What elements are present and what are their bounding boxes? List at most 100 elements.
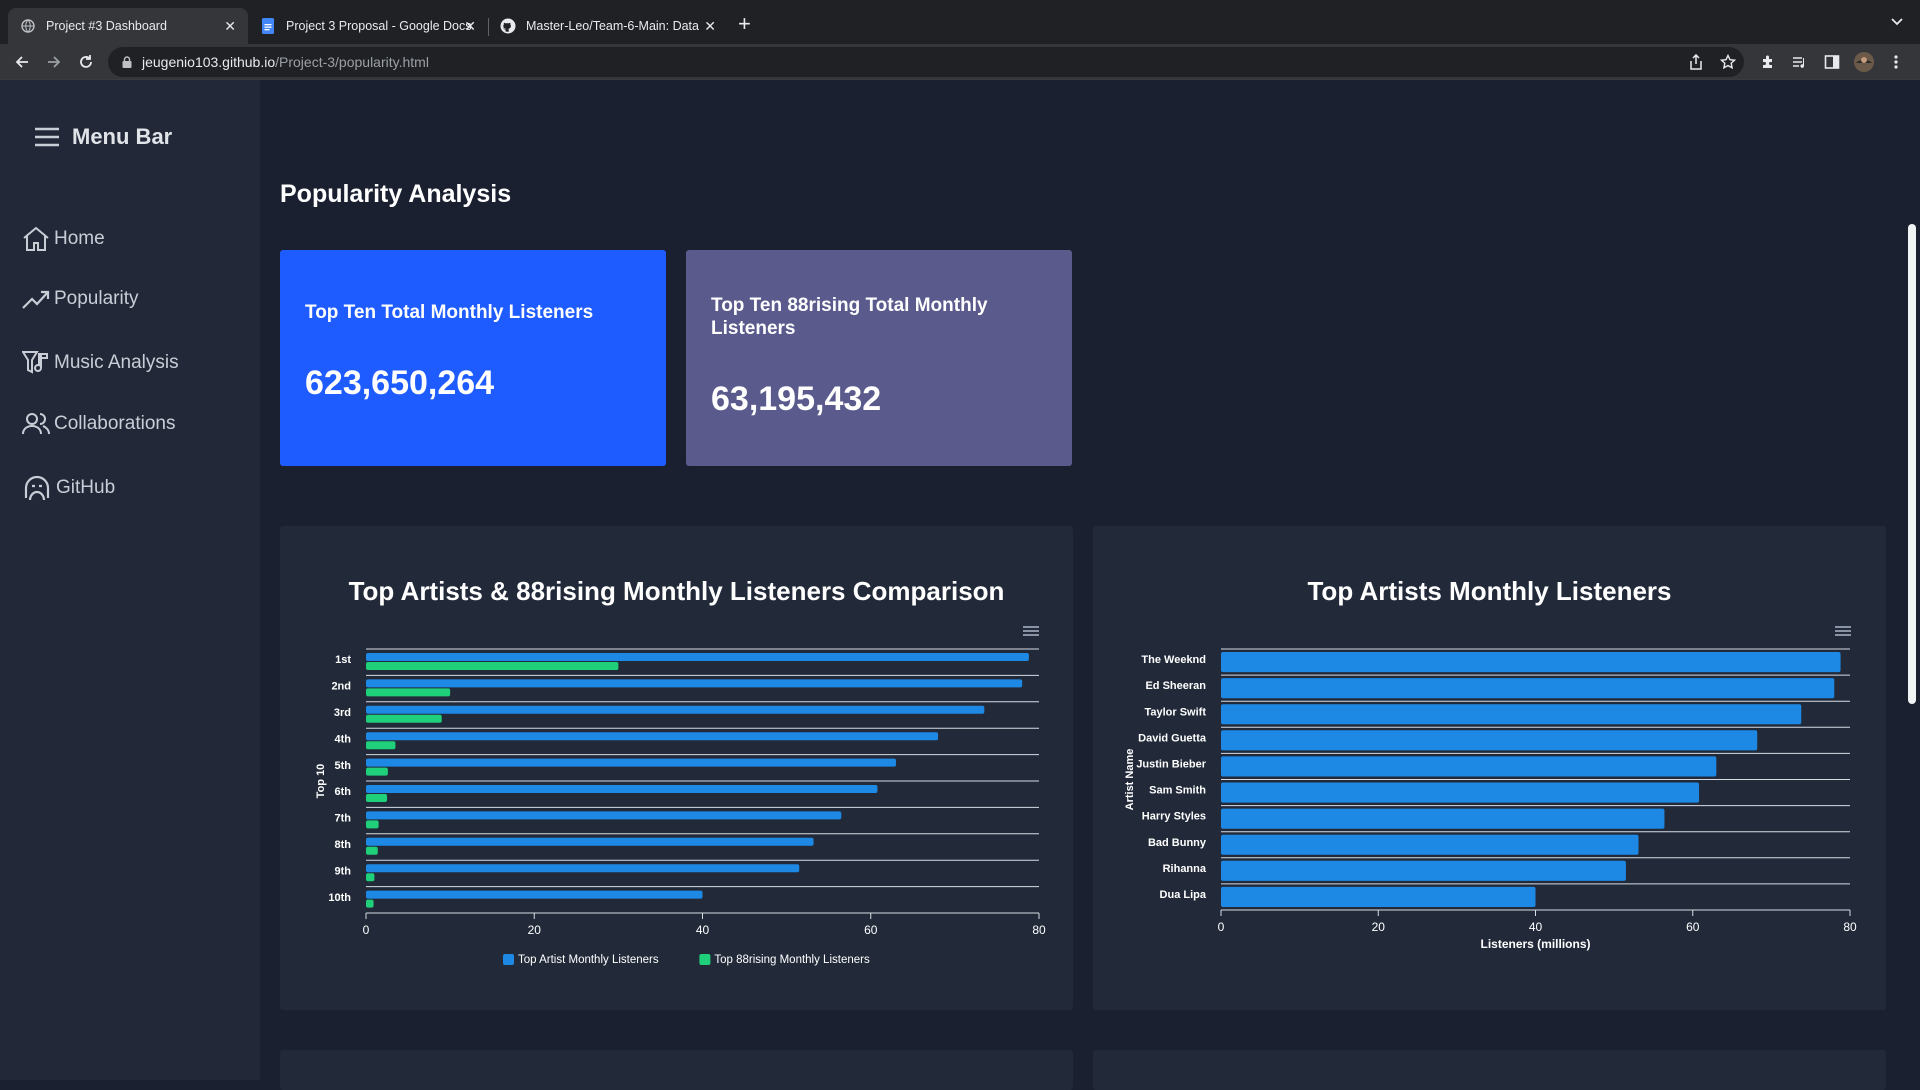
trending-up-icon [22, 288, 54, 310]
lower-panel-right [1093, 1050, 1886, 1090]
category-label: Justin Bieber [1136, 758, 1206, 770]
share-icon[interactable] [1684, 50, 1708, 74]
lower-panel-left [280, 1050, 1073, 1090]
forward-arrow-icon[interactable] [42, 50, 66, 74]
page-scrollbar[interactable] [1900, 80, 1920, 1080]
category-label: The Weeknd [1141, 654, 1206, 666]
lock-icon [122, 56, 132, 68]
more-vertical-icon[interactable] [1884, 50, 1908, 74]
stat-card-top-ten: Top Ten Total Monthly Listeners 623,650,… [280, 250, 666, 466]
main-content: Popularity Analysis Top Ten Total Monthl… [260, 80, 1900, 1090]
stat-card-88rising: Top Ten 88rising Total Monthly Listeners… [686, 250, 1072, 466]
category-label: 1st [335, 654, 351, 666]
category-label: 7th [335, 813, 352, 825]
side-panel-icon[interactable] [1820, 50, 1844, 74]
x-axis-label: Listeners (millions) [1480, 937, 1590, 951]
bar [366, 705, 985, 714]
chart-menu-icon[interactable] [1835, 626, 1851, 636]
bar [1221, 678, 1835, 699]
legend-item: Top Artist Monthly Listeners [518, 954, 659, 966]
bar [1221, 730, 1758, 751]
url-host: jeugenio103.github.io [142, 54, 276, 70]
bar [1221, 652, 1841, 673]
globe-icon [20, 18, 36, 34]
category-label: Dua Lipa [1160, 889, 1207, 901]
sidebar-item-collaborations[interactable]: Collaborations [22, 412, 175, 436]
profile-avatar-icon[interactable] [1852, 50, 1876, 74]
sidebar-item-label: Home [54, 228, 105, 249]
music-filter-icon [22, 350, 54, 376]
menu-bar-title: Menu Bar [72, 124, 173, 149]
stat-card-title: Top Ten Total Monthly Listeners [305, 302, 594, 323]
bookmark-star-icon[interactable] [1716, 50, 1740, 74]
new-tab-button[interactable]: + [738, 12, 751, 36]
back-arrow-icon[interactable] [10, 50, 34, 74]
stat-card-title: Top Ten 88rising Total Monthly Listeners [711, 295, 988, 339]
bar [366, 688, 451, 697]
close-tab-icon[interactable]: ✕ [464, 18, 476, 35]
category-label: Sam Smith [1149, 785, 1206, 797]
close-tab-icon[interactable]: ✕ [704, 18, 716, 35]
bar [366, 758, 896, 767]
tab-github-repo[interactable]: Master-Leo/Team-6-Main: Data ✕ [488, 8, 728, 44]
bar [366, 864, 800, 873]
bar [366, 811, 842, 820]
comparison-chart-panel: Top Artists & 88rising Monthly Listeners… [280, 526, 1073, 1010]
extensions-puzzle-icon[interactable] [1756, 50, 1780, 74]
stat-card-value: 63,195,432 [711, 380, 882, 418]
bar [366, 714, 442, 723]
reload-icon[interactable] [74, 50, 98, 74]
media-queue-icon[interactable] [1788, 50, 1812, 74]
bar [366, 846, 378, 855]
chart-menu-line [1023, 634, 1039, 636]
sidebar-item-home[interactable]: Home [22, 226, 105, 252]
users-icon [22, 412, 54, 436]
category-label: 10th [328, 892, 351, 904]
bar [366, 662, 619, 670]
bar [366, 653, 1029, 661]
category-label: Rihanna [1163, 863, 1207, 875]
sidebar-item-github[interactable]: GitHub [22, 474, 115, 502]
bar [366, 899, 374, 908]
chevron-down-icon[interactable] [1890, 14, 1904, 30]
y-axis-label: Top 10 [315, 764, 327, 799]
category-label: 8th [335, 839, 352, 851]
browser-tab-bar: Project #3 Dashboard ✕ Project 3 Proposa… [0, 0, 1920, 44]
scrollbar-thumb[interactable] [1908, 224, 1916, 704]
category-label: 6th [335, 786, 352, 798]
chart-menu-line [1023, 626, 1039, 628]
x-tick-label: 80 [1032, 923, 1046, 937]
sidebar-item-label: Collaborations [54, 413, 176, 434]
category-label: Harry Styles [1142, 811, 1206, 823]
bar [366, 837, 814, 846]
category-label: Bad Bunny [1148, 837, 1207, 849]
x-tick-label: 60 [864, 923, 878, 937]
bar [366, 820, 379, 829]
home-icon [22, 226, 54, 252]
sidebar: Menu Bar Home Popularity Music Analysis … [0, 80, 260, 1080]
google-docs-icon [260, 18, 276, 34]
menu-bar-toggle[interactable]: Menu Bar [34, 124, 172, 150]
chart-menu-line [1023, 630, 1039, 632]
bar [366, 873, 375, 882]
bar [366, 741, 396, 750]
sidebar-item-popularity[interactable]: Popularity [22, 288, 139, 310]
tab-dashboard[interactable]: Project #3 Dashboard ✕ [8, 8, 248, 44]
sidebar-item-music-analysis[interactable]: Music Analysis [22, 350, 179, 376]
bar [366, 794, 388, 802]
tab-proposal[interactable]: Project 3 Proposal - Google Docs ✕ [248, 8, 488, 44]
comparison-chart: 0 20 40 60 80 1st 2nd 3rd 4th 5th 6th 7th 8th 9th 10th… [315, 626, 1046, 966]
address-bar[interactable]: jeugenio103.github.io/Project-3/populari… [108, 47, 1744, 77]
category-label: Ed Sheeran [1145, 680, 1206, 692]
chart-menu-icon[interactable] [1023, 626, 1039, 636]
legend-swatch [503, 954, 514, 965]
bar [1221, 860, 1626, 881]
category-label: 5th [335, 760, 352, 772]
bar [366, 767, 388, 776]
x-tick-label: 40 [1529, 920, 1543, 934]
chart-menu-line [1835, 634, 1851, 636]
x-tick-label: 40 [696, 923, 710, 937]
chart-menu-line [1835, 626, 1851, 628]
github-head-icon [22, 474, 56, 502]
close-tab-icon[interactable]: ✕ [224, 18, 236, 35]
